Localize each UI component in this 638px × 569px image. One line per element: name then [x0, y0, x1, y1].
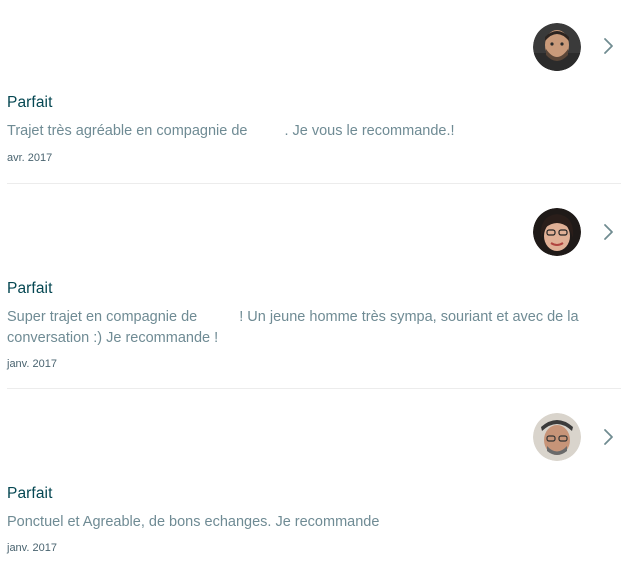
chevron-right-icon[interactable] — [602, 37, 616, 55]
user-avatar-3[interactable] — [533, 413, 581, 461]
comment-text-before-name: Ponctuel et Agreable, de bons echanges. … — [7, 514, 380, 530]
review-rating-label: Parfait — [7, 485, 53, 502]
comment-text-before-name: Trajet très agréable en compagnie de — [7, 123, 248, 139]
chevron-right-icon[interactable] — [602, 428, 616, 446]
review-comment: Super trajet en compagnie de! Un jeune h… — [7, 307, 623, 349]
comment-text-after-name: . Je vous le recommande.! — [284, 123, 455, 139]
review-rating-label: Parfait — [7, 280, 53, 297]
review-item: Parfait Ponctuel et Agreable, de bons ec… — [0, 389, 638, 569]
user-avatar-2[interactable] — [533, 208, 581, 256]
review-comment: Ponctuel et Agreable, de bons echanges. … — [7, 512, 623, 533]
review-item: Parfait Super trajet en compagnie de! Un… — [0, 184, 638, 389]
comment-text-before-name: Super trajet en compagnie de — [7, 309, 198, 325]
review-item: Parfait Trajet très agréable en compagni… — [0, 0, 638, 184]
review-date: janv. 2017 — [7, 542, 57, 554]
user-avatar-1[interactable] — [533, 23, 581, 71]
review-rating-label: Parfait — [7, 94, 53, 111]
review-date: janv. 2017 — [7, 358, 57, 370]
chevron-right-icon[interactable] — [602, 223, 616, 241]
review-date: avr. 2017 — [7, 152, 53, 164]
review-comment: Trajet très agréable en compagnie de . Je… — [7, 121, 623, 142]
